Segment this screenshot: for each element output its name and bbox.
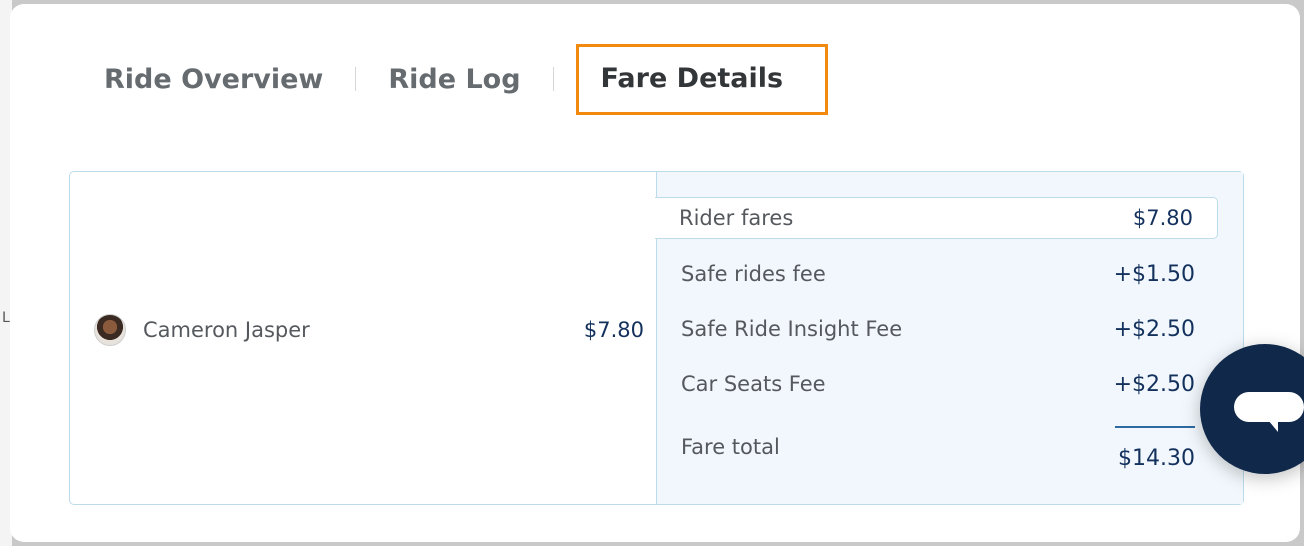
fee-amount: +$2.50 [1113, 371, 1195, 397]
tab-ride-log[interactable]: Ride Log [388, 64, 520, 95]
fee-amount: +$1.50 [1113, 261, 1195, 287]
fee-label: Safe Ride Insight Fee [681, 317, 903, 341]
fee-row: Safe Ride Insight Fee +$2.50 [681, 314, 1195, 344]
user-avatar [94, 314, 126, 346]
rider-amount: $7.80 [583, 318, 644, 342]
fare-total-label: Fare total [681, 435, 780, 459]
rider-fares-label: Rider fares [679, 206, 794, 230]
tab-divider [355, 67, 357, 91]
rider-fares-row: Rider fares $7.80 [655, 197, 1218, 239]
fare-total-amount: $14.30 [1118, 446, 1195, 471]
active-tab-highlight: Fare Details [575, 43, 829, 115]
tab-fare-details[interactable]: Fare Details [601, 63, 784, 94]
fee-row: Car Seats Fee +$2.50 [681, 369, 1195, 399]
tab-bar: Ride Overview Ride Log Fare Details [104, 34, 829, 124]
fee-label: Safe rides fee [681, 262, 826, 286]
ride-details-modal: Ride Overview Ride Log Fare Details Came… [10, 4, 1300, 542]
rider-pane: Cameron Jasper $7.80 [70, 172, 656, 504]
chat-bubble-tail [1268, 420, 1278, 432]
fee-label: Car Seats Fee [681, 372, 826, 396]
background-text-fragment: L [2, 310, 10, 326]
fare-breakdown-pane: Rider fares $7.80 Safe rides fee +$1.50 … [655, 172, 1243, 504]
fare-details-card: Cameron Jasper $7.80 Rider fares $7.80 S… [69, 171, 1244, 505]
rider-row: Cameron Jasper $7.80 [94, 313, 644, 347]
fee-row: Safe rides fee +$1.50 [681, 259, 1195, 289]
chat-bubble-icon [1234, 392, 1304, 422]
fee-amount: +$2.50 [1113, 316, 1195, 342]
tab-divider [552, 67, 554, 91]
tab-ride-overview[interactable]: Ride Overview [104, 64, 323, 95]
total-divider [1115, 426, 1195, 428]
rider-name: Cameron Jasper [143, 318, 310, 342]
rider-fares-amount: $7.80 [1132, 206, 1193, 230]
